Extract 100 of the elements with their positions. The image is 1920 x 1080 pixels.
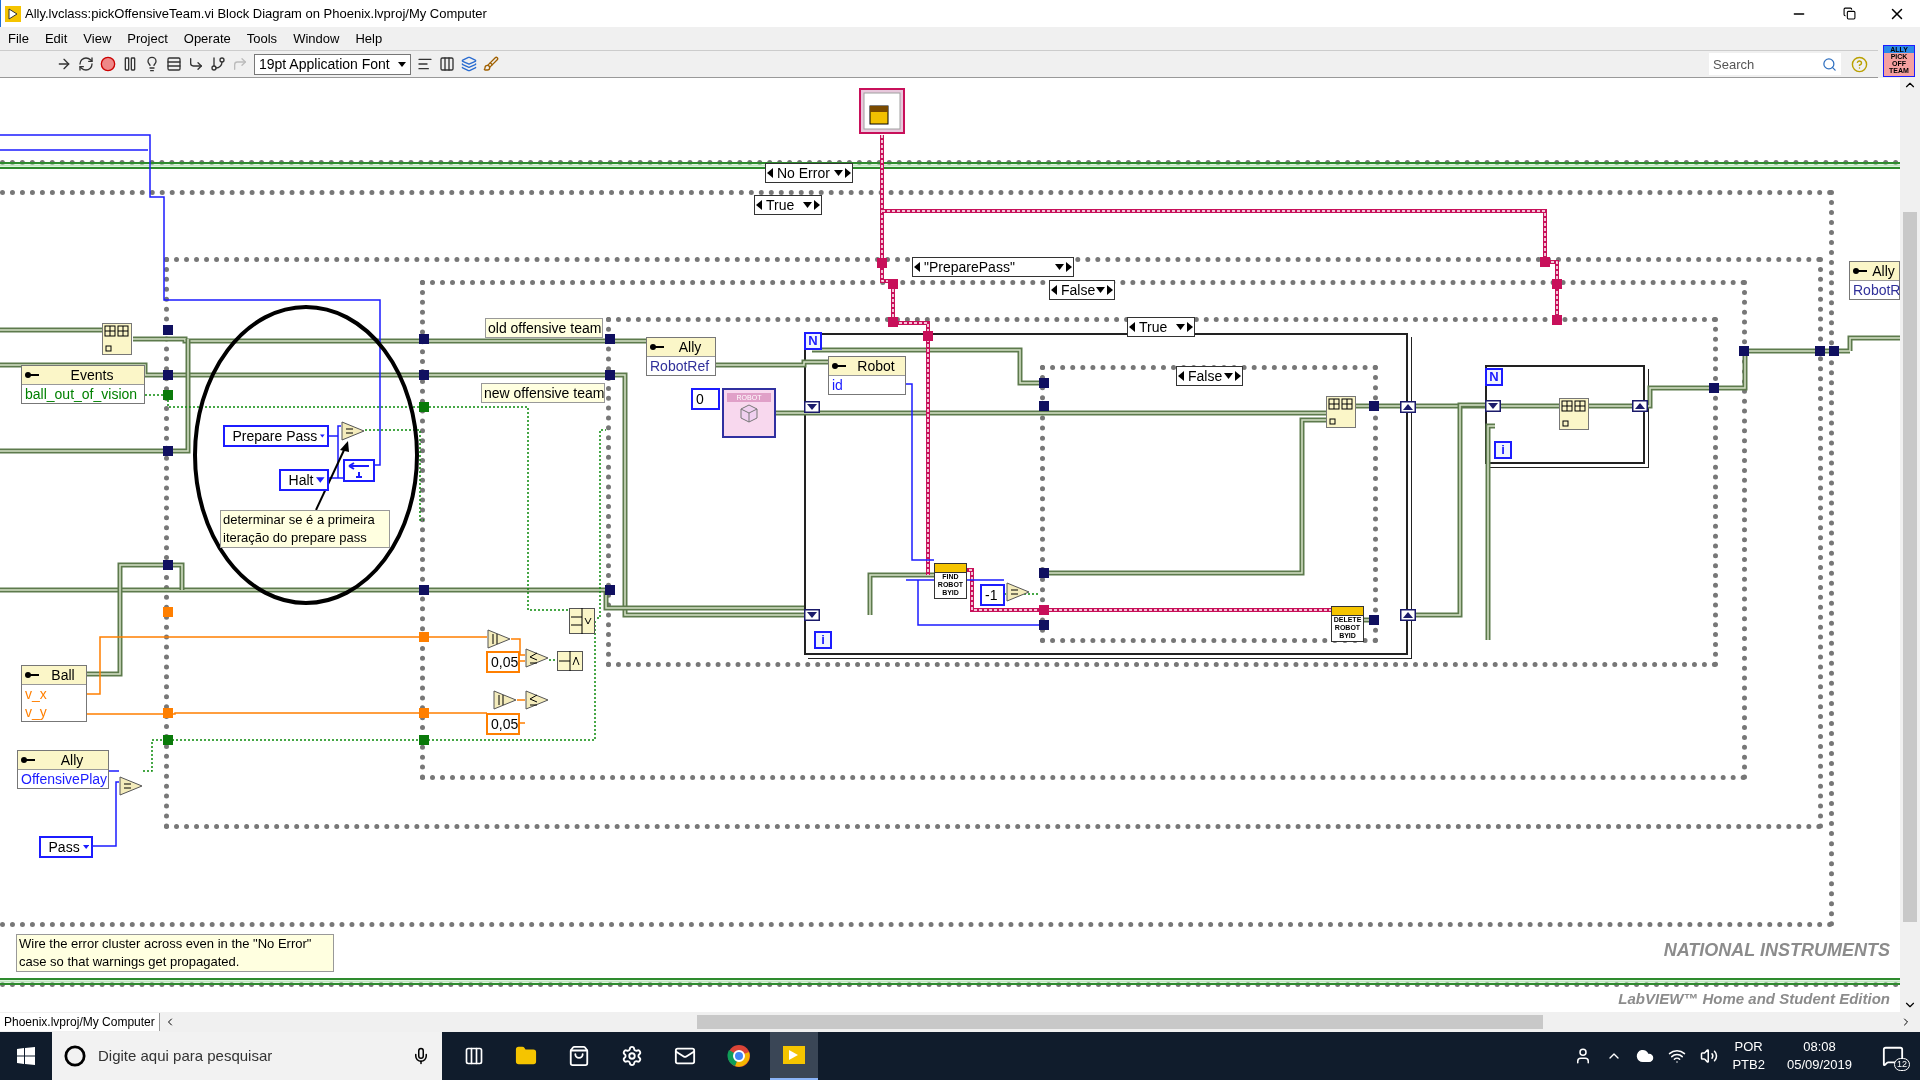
menu-item[interactable]: File xyxy=(0,29,37,49)
unbundle-node[interactable]: Ally OffensivePlay xyxy=(17,750,109,790)
class-name: Ally xyxy=(1871,262,1896,281)
menu-item[interactable]: View xyxy=(75,29,120,49)
tunnel-icon xyxy=(419,370,429,381)
cluster-field: OffensivePlay xyxy=(18,770,108,789)
step-over-icon[interactable] xyxy=(210,56,226,73)
shift-register-icon xyxy=(1400,401,1416,414)
unbundle-node[interactable]: Ally RobotRef xyxy=(646,337,716,377)
folder-icon[interactable] xyxy=(515,1045,537,1067)
array-function-icon[interactable] xyxy=(102,323,132,356)
edition-text: LabVIEW™ Home and Student Edition xyxy=(1617,990,1890,1009)
equal-function-icon[interactable] xyxy=(119,776,143,797)
task-view-icon[interactable] xyxy=(464,1046,484,1066)
case-selector[interactable]: False xyxy=(1176,366,1243,387)
search-input[interactable]: Search xyxy=(1713,54,1822,75)
cube-icon xyxy=(738,402,760,425)
microphone-icon[interactable] xyxy=(412,1047,430,1065)
wifi-icon[interactable] xyxy=(1668,1047,1687,1065)
dropdown-caret-icon xyxy=(82,844,89,851)
speaker-icon[interactable] xyxy=(1700,1047,1719,1065)
menu-item[interactable]: Window xyxy=(285,29,348,49)
distribute-objects-icon[interactable] xyxy=(438,56,455,73)
search-icon xyxy=(1822,56,1837,72)
vertical-scrollbar[interactable] xyxy=(1900,78,1920,1013)
numeric-constant[interactable]: 0,05 xyxy=(486,713,520,736)
feedback-node-icon[interactable] xyxy=(343,459,375,483)
tunnel-icon xyxy=(1369,401,1379,412)
highlight-bulb-icon[interactable] xyxy=(144,56,160,73)
pause-icon[interactable] xyxy=(122,56,138,73)
taskbar-search-input[interactable]: Digite aqui para pesquisar xyxy=(98,1044,400,1068)
dropdown-caret-icon xyxy=(1176,324,1185,331)
array-function-icon[interactable] xyxy=(1559,398,1589,431)
shift-register-icon xyxy=(1632,400,1648,413)
case-selector[interactable]: True xyxy=(754,195,822,216)
reorder-icon[interactable] xyxy=(460,56,477,73)
key-icon xyxy=(650,343,664,352)
cloud-icon[interactable] xyxy=(1636,1047,1655,1065)
array-function-icon[interactable] xyxy=(1326,396,1356,429)
input-language[interactable]: POR PTB2 xyxy=(1732,1038,1765,1074)
restore-icon[interactable] xyxy=(1843,7,1856,21)
equal-function-icon[interactable] xyxy=(1006,582,1030,603)
and-function-icon[interactable] xyxy=(557,651,583,672)
taskbar-search-box[interactable]: Digite aqui para pesquisar xyxy=(52,1032,442,1080)
unbundle-node[interactable]: Robot id xyxy=(828,356,906,396)
absolute-value-icon[interactable] xyxy=(487,629,511,650)
clean-up-icon[interactable] xyxy=(482,56,499,73)
menu-item[interactable]: Tools xyxy=(238,29,286,49)
mail-icon[interactable] xyxy=(674,1045,696,1067)
increment-arrow-icon xyxy=(814,200,820,211)
browser-icon[interactable] xyxy=(727,1044,751,1068)
windows-logo-icon[interactable] xyxy=(17,1047,35,1065)
abort-icon[interactable] xyxy=(100,56,116,73)
tunnel-icon xyxy=(419,402,429,413)
tunnel-icon xyxy=(1552,279,1562,290)
wire-label: new offensive team xyxy=(481,383,605,404)
comment-label: Wire the error cluster across even in the "No Error" case so that warnings get propagated. xyxy=(16,934,334,973)
retain-values-icon[interactable] xyxy=(166,56,182,73)
increment-arrow-icon xyxy=(1235,371,1241,382)
increment-arrow-icon xyxy=(1107,285,1113,296)
case-selector[interactable]: No Error xyxy=(765,163,853,184)
case-selector[interactable]: True xyxy=(1127,317,1195,338)
menu-item[interactable]: Operate xyxy=(175,29,239,49)
run-continuously-icon[interactable] xyxy=(78,56,94,73)
object-node-icon[interactable] xyxy=(857,86,906,136)
iteration-terminal: i xyxy=(814,631,832,650)
numeric-constant[interactable]: 0,05 xyxy=(486,651,520,674)
cluster-field: v_y xyxy=(22,703,86,722)
font-dropdown[interactable]: 19pt Application Font xyxy=(254,53,411,75)
tunnel-icon xyxy=(888,279,898,290)
case-selector[interactable]: "PreparePass" xyxy=(912,257,1074,278)
step-into-icon[interactable] xyxy=(188,56,204,73)
tunnel-icon xyxy=(163,370,173,381)
menu-item[interactable]: Help xyxy=(347,29,391,49)
menu-item[interactable]: Project xyxy=(119,29,176,49)
labview-taskbar-button[interactable] xyxy=(770,1032,818,1080)
menu-item[interactable]: Edit xyxy=(36,29,76,49)
search-box[interactable]: Search xyxy=(1709,53,1841,76)
equal-function-icon[interactable] xyxy=(341,421,365,442)
settings-icon[interactable] xyxy=(621,1045,643,1067)
project-tab[interactable]: Phoenix.lvproj/My Computer xyxy=(0,1013,160,1032)
clock[interactable]: 08:08 05/09/2019 xyxy=(1786,1038,1852,1074)
unbundle-node[interactable]: Ball v_x v_y xyxy=(21,665,87,723)
enum-constant[interactable]: Halt xyxy=(279,469,329,492)
tunnel-icon xyxy=(605,370,615,381)
key-icon xyxy=(25,371,39,380)
store-icon[interactable] xyxy=(568,1045,590,1067)
tunnel-icon xyxy=(1039,401,1049,412)
enum-constant[interactable]: Prepare Pass xyxy=(223,425,329,448)
less-or-equal-icon[interactable] xyxy=(525,648,549,669)
case-selector[interactable]: False xyxy=(1049,280,1115,301)
absolute-value-icon[interactable] xyxy=(493,690,517,711)
less-or-equal-icon[interactable] xyxy=(525,690,549,711)
unbundle-node[interactable]: Events ball_out_of_vision xyxy=(21,365,145,405)
enum-constant[interactable]: Pass xyxy=(39,836,93,859)
numeric-constant[interactable]: 0 xyxy=(691,388,720,411)
dropdown-caret-icon xyxy=(803,202,812,209)
or-function-icon[interactable] xyxy=(569,608,595,635)
numeric-constant[interactable]: -1 xyxy=(980,584,1005,607)
tunnel-icon xyxy=(1369,615,1379,626)
